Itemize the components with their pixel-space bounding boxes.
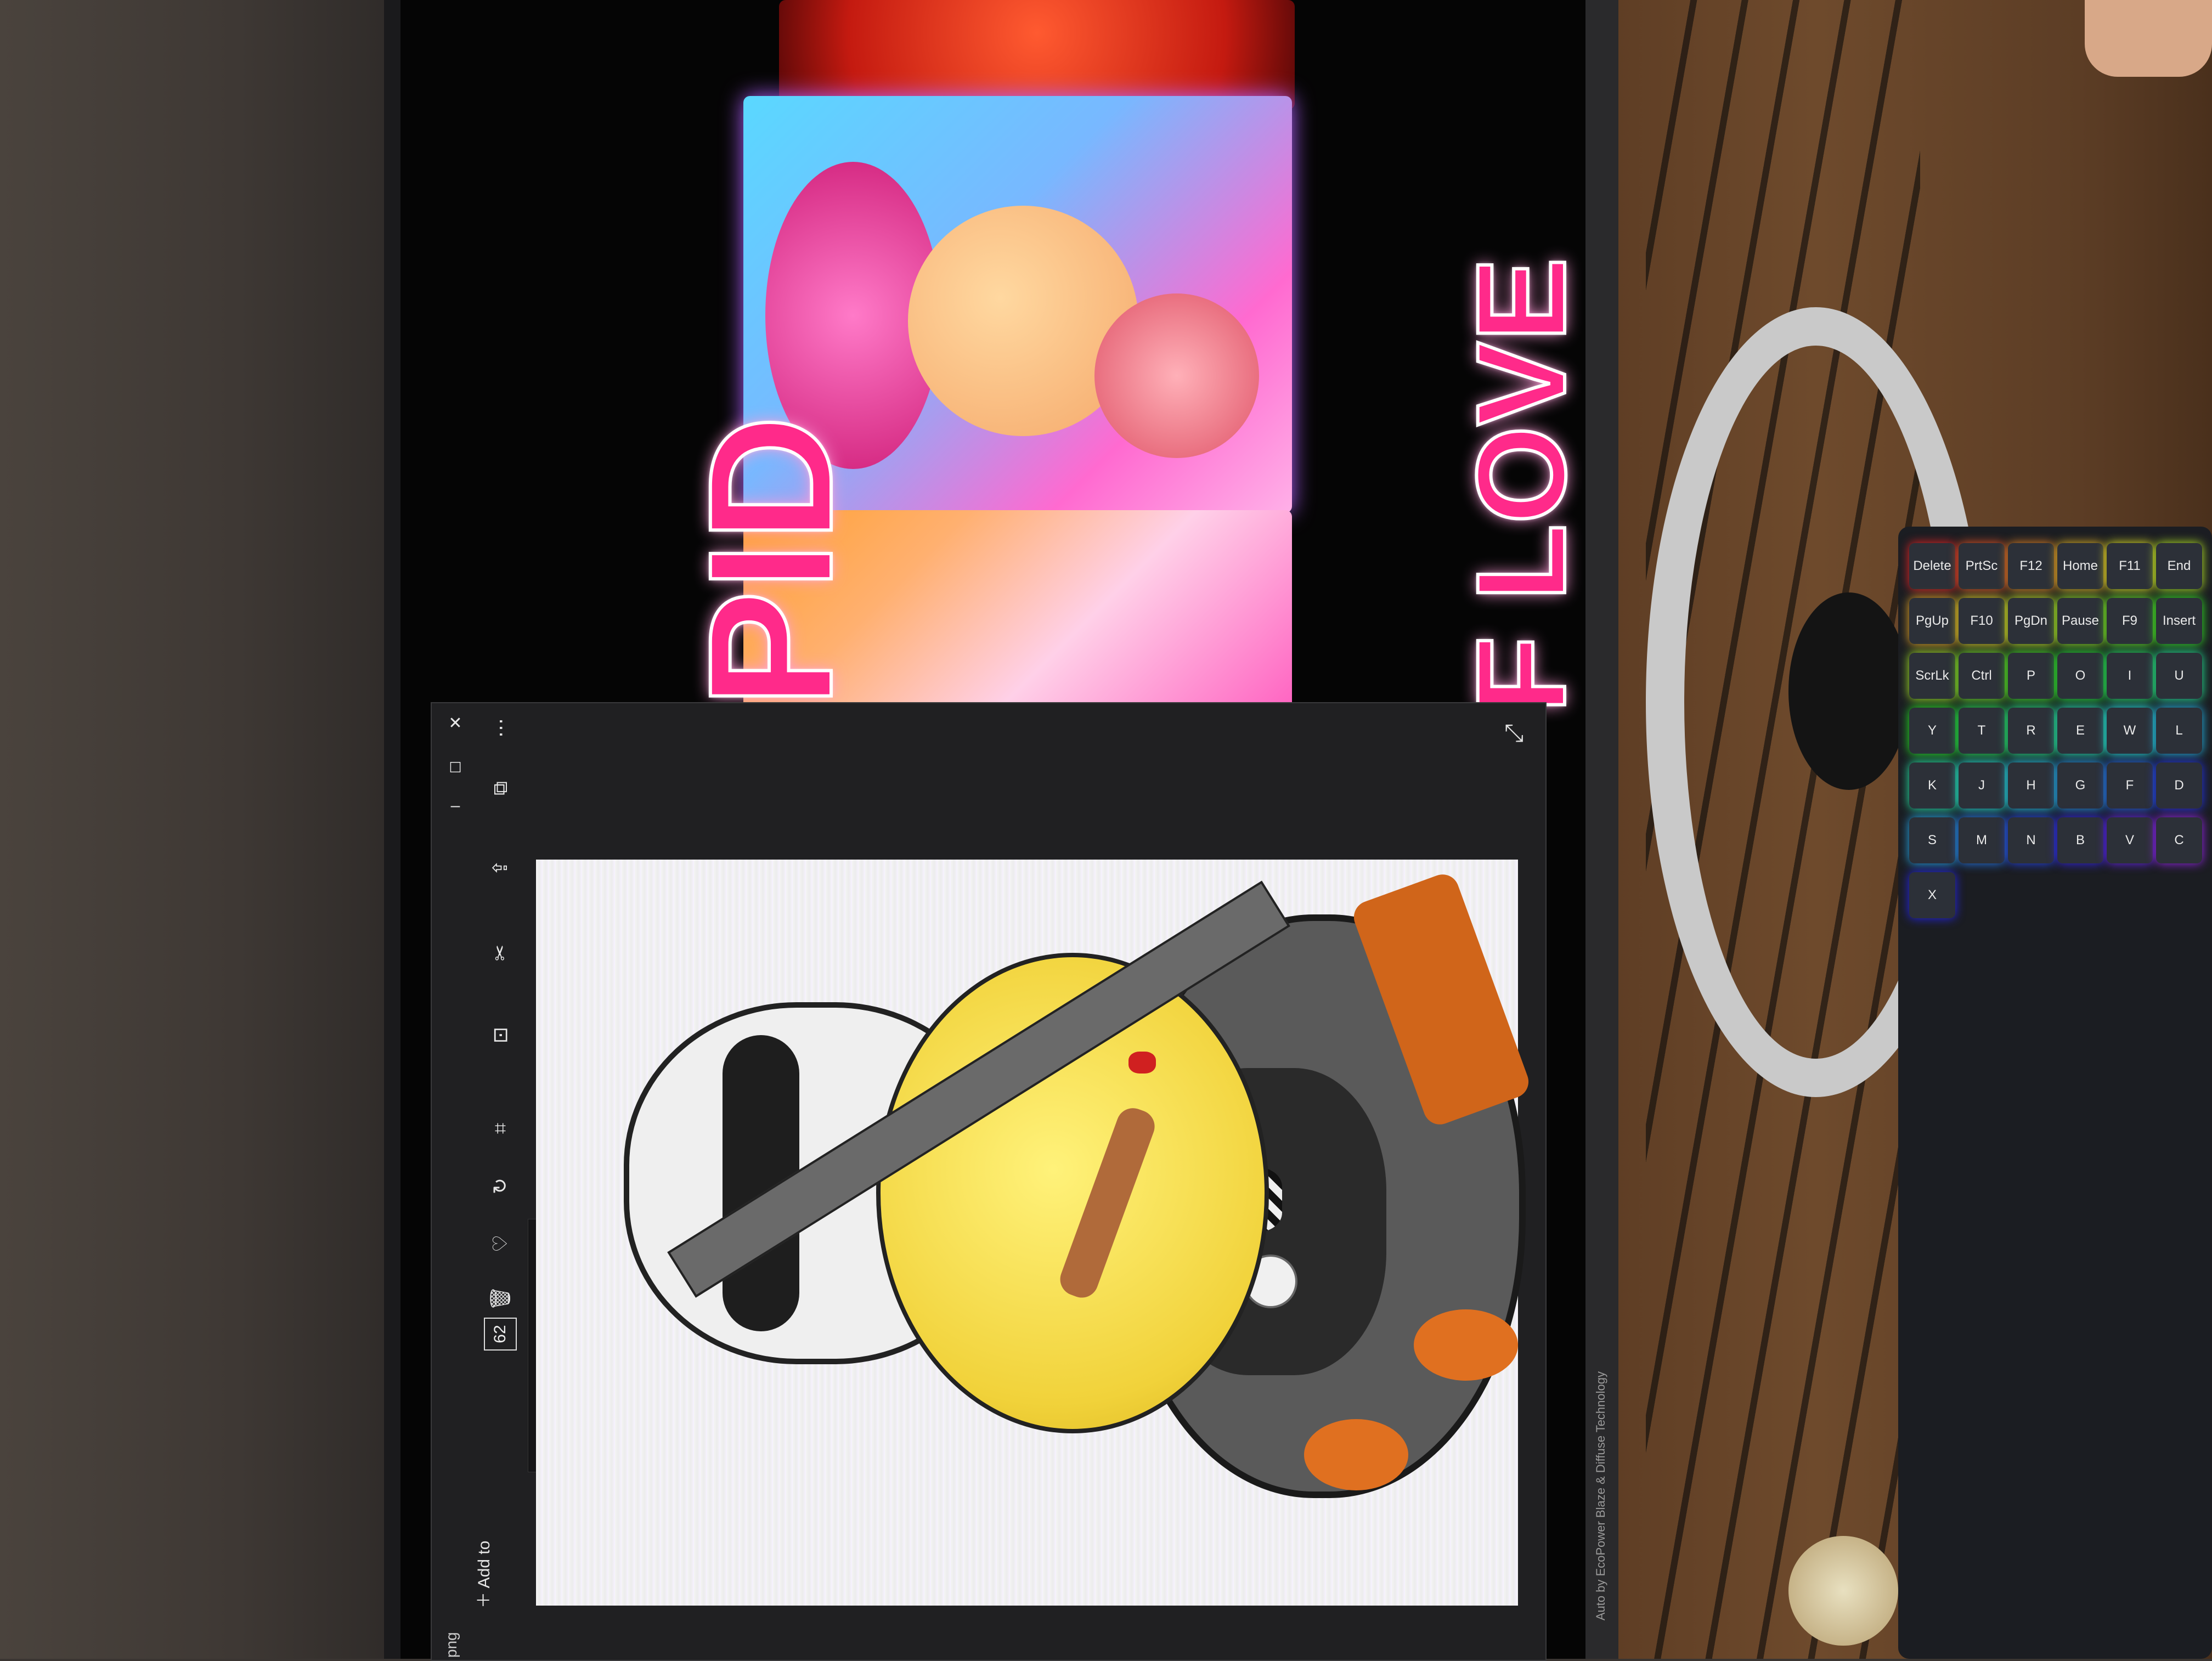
key-c[interactable]: C — [2156, 817, 2202, 863]
photo-viewer-window: ✕ ☐ – ⋯ ⧉ ⇪ ✂ ⊡ ⌗ ↻ ♡ 🗑 62 ＋ Add to png … — [431, 702, 1547, 1661]
resize-icon[interactable]: ⤡ — [1504, 720, 1523, 747]
rotate-icon[interactable]: ↻ — [487, 1172, 514, 1200]
favorite-icon[interactable]: ♡ — [487, 1230, 514, 1257]
key-g[interactable]: G — [2057, 762, 2103, 809]
key-o[interactable]: O — [2057, 653, 2103, 699]
key-w[interactable]: W — [2107, 708, 2153, 754]
cigar-tip — [1128, 1052, 1156, 1074]
key-ctrl[interactable]: Ctrl — [1959, 653, 2005, 699]
key-k[interactable]: K — [1909, 762, 1955, 809]
key-scrlk[interactable]: ScrLk — [1909, 653, 1955, 699]
key-y[interactable]: Y — [1909, 708, 1955, 754]
key-x[interactable]: X — [1909, 872, 1955, 918]
hand — [2085, 0, 2212, 77]
key-u[interactable]: U — [2156, 653, 2202, 699]
key-n[interactable]: N — [2008, 817, 2054, 863]
key-j[interactable]: J — [1959, 762, 2005, 809]
keyboard: Delete PrtSc F12 Home F11 End PgUp F10 PgDn Pause… — [1898, 527, 2212, 1659]
add-to-button[interactable]: ＋ Add to — [470, 1433, 509, 1608]
add-to-label: Add to — [475, 1540, 493, 1589]
displayed-image — [536, 860, 1533, 1606]
foot-right — [1414, 1309, 1518, 1381]
key-d[interactable]: D — [2156, 762, 2202, 809]
foot-left — [1304, 1419, 1408, 1490]
monitor-caption: Auto by EcoPower Blaze & Diffuse Technol… — [1594, 1371, 1616, 1635]
key-prtsc[interactable]: PrtSc — [1959, 543, 2005, 589]
key-s[interactable]: S — [1909, 817, 1955, 863]
capture-icon[interactable]: ⊡ — [487, 1021, 514, 1049]
coin — [1788, 1536, 1898, 1646]
key-pgdn[interactable]: PgDn — [2008, 598, 2054, 644]
minimize-icon[interactable]: – — [446, 796, 465, 815]
maximize-icon[interactable]: ☐ — [446, 758, 465, 777]
game-title-line-1: PID — [670, 414, 870, 709]
key-delete[interactable]: Delete — [1909, 543, 1955, 589]
export-icon[interactable]: ⇪ — [487, 854, 514, 882]
key-f9[interactable]: F9 — [2107, 598, 2153, 644]
more-options-icon[interactable]: ⋯ — [487, 714, 514, 742]
key-l[interactable]: L — [2156, 708, 2202, 754]
key-f11[interactable]: F11 — [2107, 543, 2153, 589]
crop-icon[interactable]: ⌗ — [487, 1115, 514, 1142]
key-home[interactable]: Home — [2057, 543, 2103, 589]
game-title-line-2: F LOVE — [1449, 256, 1593, 715]
key-m[interactable]: M — [1959, 817, 2005, 863]
key-pause[interactable]: Pause — [2057, 598, 2103, 644]
file-extension: png — [443, 1632, 460, 1658]
key-p[interactable]: P — [2008, 653, 2054, 699]
key-t[interactable]: T — [1959, 708, 2005, 754]
key-f[interactable]: F — [2107, 762, 2153, 809]
heart-ball — [1094, 293, 1259, 458]
close-icon[interactable]: ✕ — [446, 714, 465, 733]
key-f12[interactable]: F12 — [2008, 543, 2054, 589]
key-end[interactable]: End — [2156, 543, 2202, 589]
ring-light-stand — [1788, 592, 1909, 790]
game-art-tile-top[interactable] — [779, 0, 1295, 110]
key-pgup[interactable]: PgUp — [1909, 598, 1955, 644]
edit-icon[interactable]: ✂ — [487, 939, 514, 967]
monitor-caption-text: Auto by EcoPower Blaze & Diffuse Technol… — [1594, 1371, 1607, 1621]
key-insert[interactable]: Insert — [2156, 598, 2202, 644]
wall — [0, 0, 395, 1659]
key-v[interactable]: V — [2107, 817, 2153, 863]
key-f10[interactable]: F10 — [1959, 598, 2005, 644]
zoom-value[interactable]: 62 — [484, 1318, 517, 1351]
key-e[interactable]: E — [2057, 708, 2103, 754]
key-r[interactable]: R — [2008, 708, 2054, 754]
key-i[interactable]: I — [2107, 653, 2153, 699]
share-icon[interactable]: ⧉ — [487, 775, 514, 802]
delete-icon[interactable]: 🗑 — [487, 1285, 514, 1312]
key-b[interactable]: B — [2057, 817, 2103, 863]
window-controls: ✕ ☐ – — [442, 714, 469, 846]
key-h[interactable]: H — [2008, 762, 2054, 809]
